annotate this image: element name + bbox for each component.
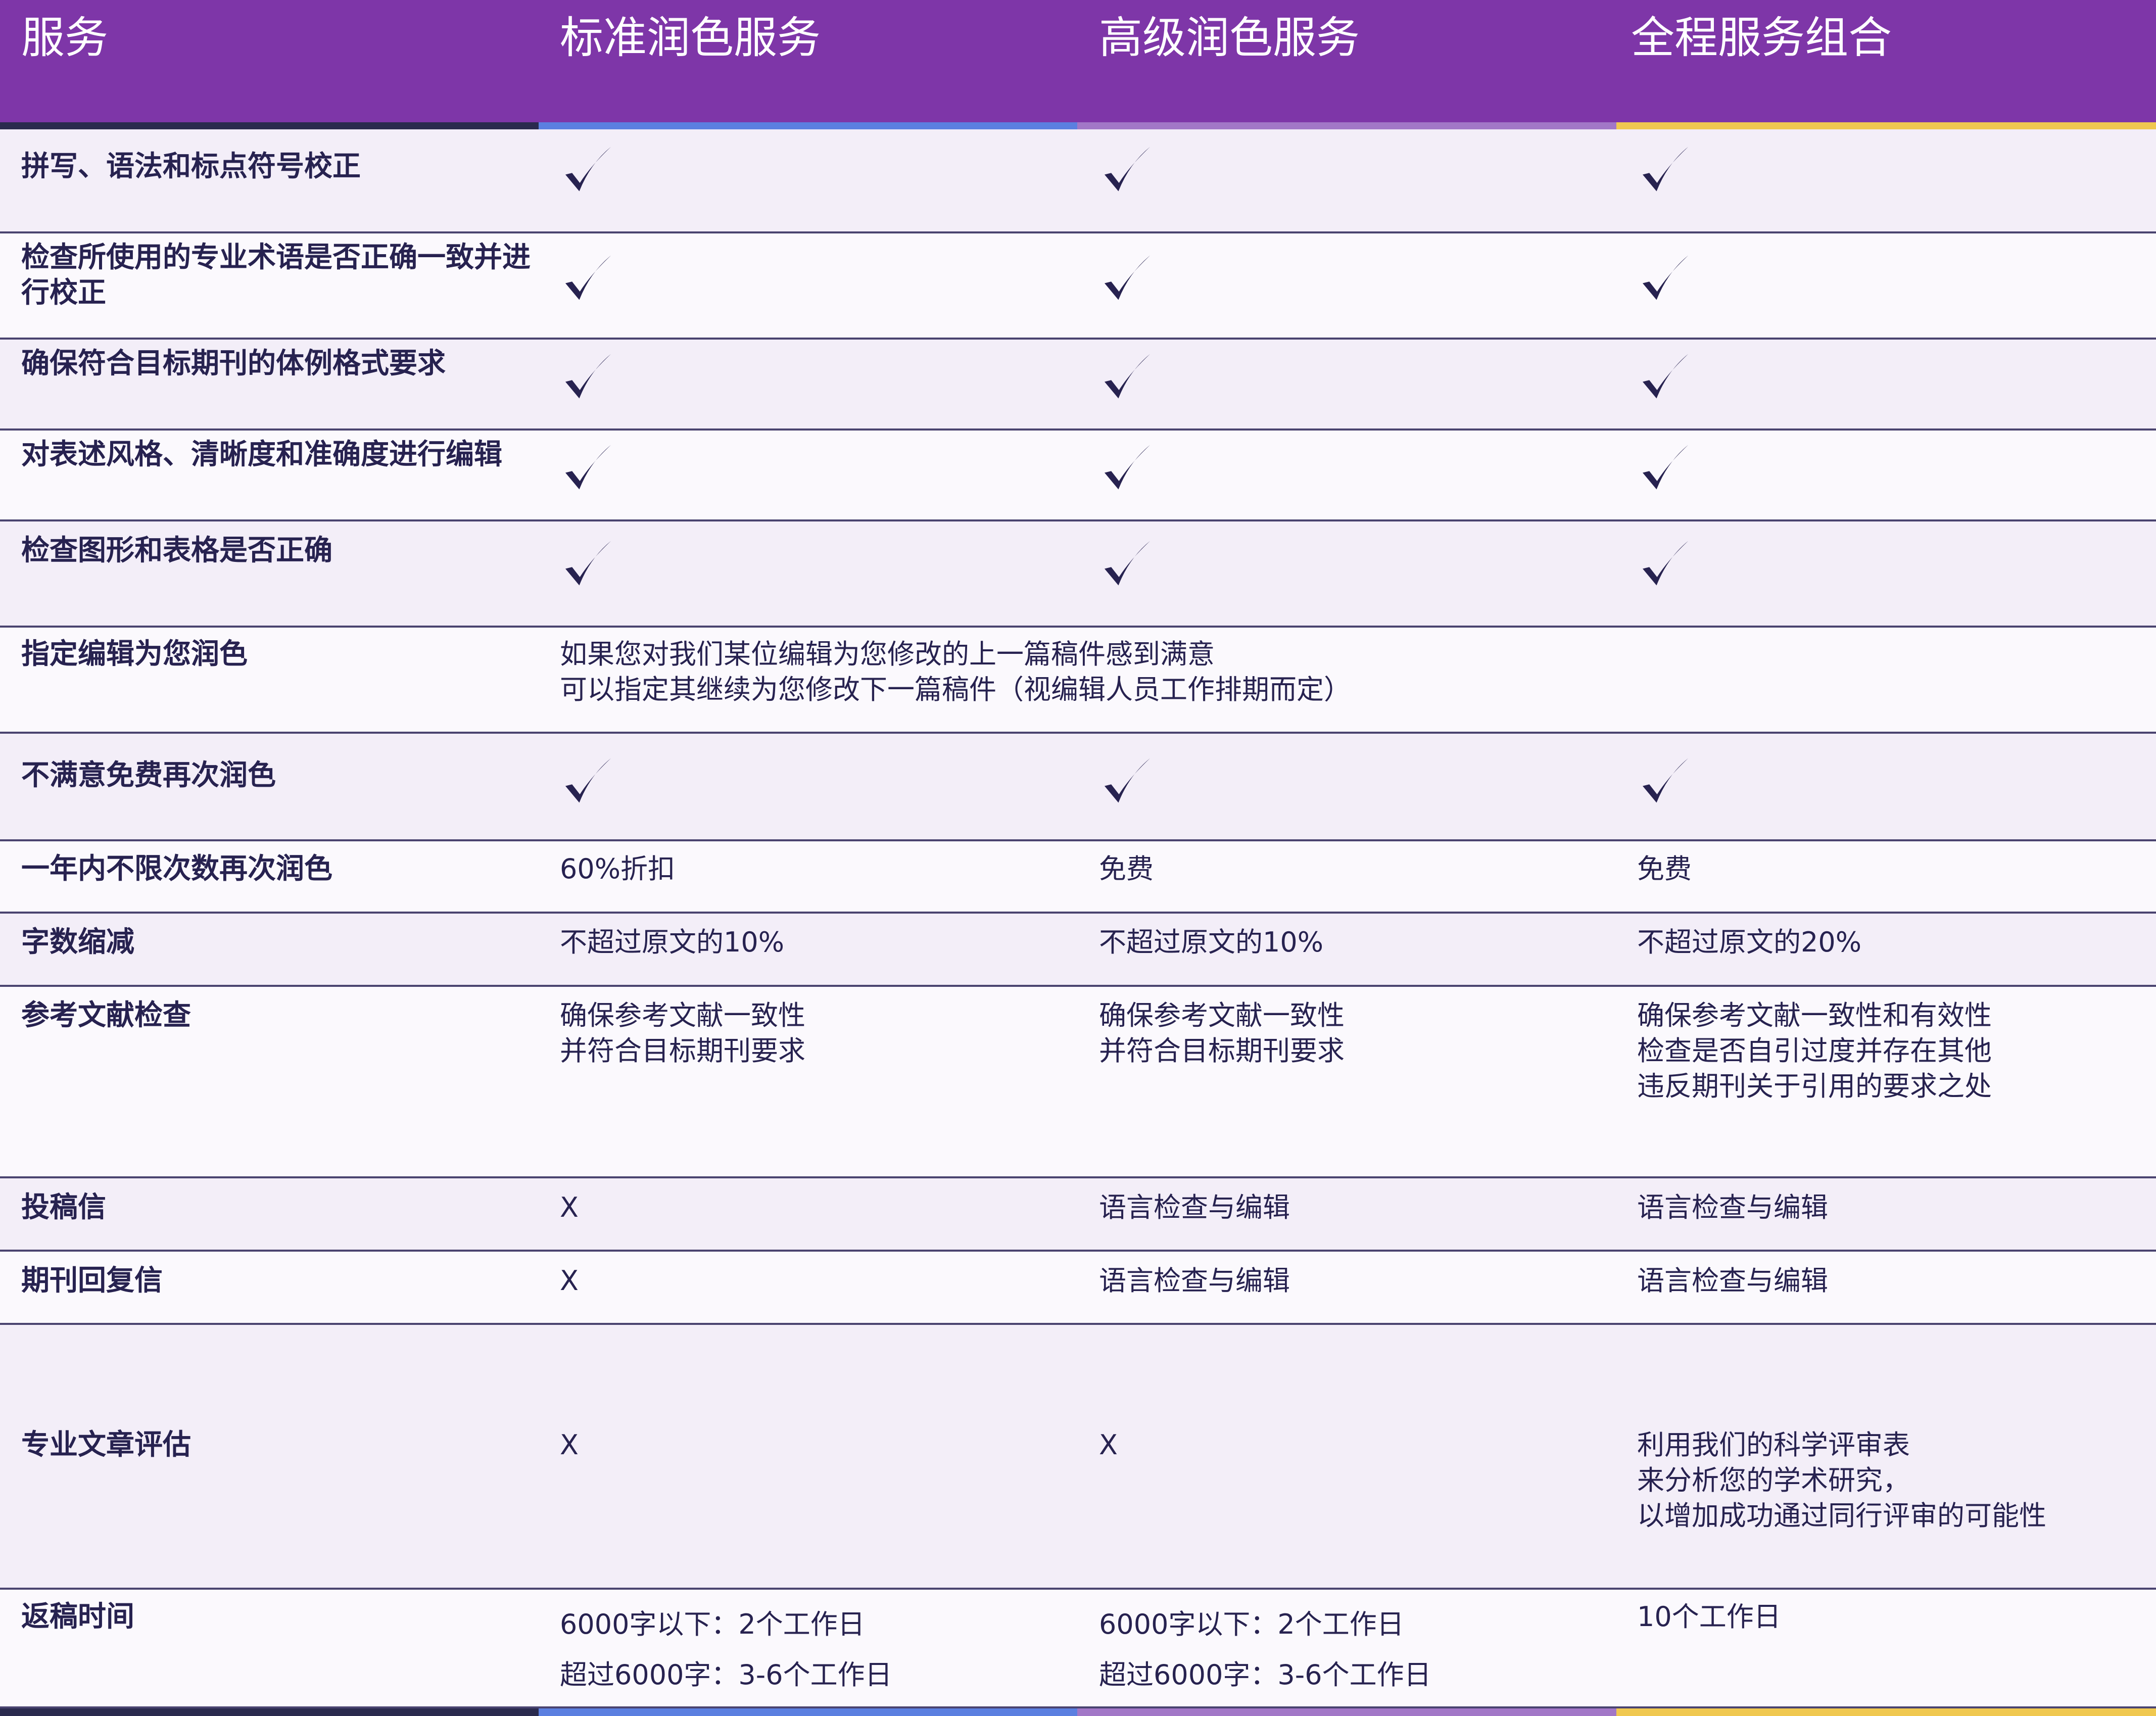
header-standard: 标准润色服务 [560, 13, 821, 63]
value-line: 如果您对我们某位编辑为您修改的上一篇稿件感到满意 [560, 638, 1215, 670]
value-line: 以增加成功通过同行评审的可能性 [1637, 1500, 2046, 1532]
table-row: 参考文献检查 确保参考文献一致性 并符合目标期刊要求 确保参考文献一致性 并符合目标期刊… [0, 987, 2156, 1178]
table-row: 检查图形和表格是否正确 [0, 521, 2156, 628]
table-row: 返稿时间 6000字以下：2个工作日 超过6000字：3-6个工作日 6000字以下：… [0, 1590, 2156, 1708]
value-line: 利用我们的科学评审表 [1637, 1429, 1910, 1461]
cell-value: 不超过原文的10% [1099, 926, 1324, 958]
feature-label: 专业文章评估 [21, 1428, 191, 1461]
cell-value: X [560, 1191, 579, 1223]
header-accent-bar-col2 [1077, 122, 1616, 129]
checkmark-icon [1099, 351, 1155, 407]
checkmark-icon [1099, 538, 1155, 594]
feature-label: 字数缩减 [21, 926, 134, 959]
checkmark-icon [1637, 755, 1693, 811]
cell-value: 6000字以下：2个工作日 超过6000字：3-6个工作日 [1099, 1599, 1431, 1700]
comparison-table: 服务 标准润色服务 高级润色服务 全程服务组合 拼写、语法和标点符号校正检查所使… [0, 0, 2156, 1716]
feature-label: 参考文献检查 [21, 999, 191, 1032]
cell-value: 确保参考文献一致性 并符合目标期刊要求 [560, 998, 805, 1069]
table-row: 指定编辑为您润色 如果您对我们某位编辑为您修改的上一篇稿件感到满意可以指定其继续为… [0, 628, 2156, 734]
checkmark-icon [560, 144, 615, 200]
checkmark-icon [1637, 253, 1693, 308]
feature-label: 不满意免费再次润色 [21, 759, 276, 792]
cell-value: 利用我们的科学评审表 来分析您的学术研究， 以增加成功通过同行评审的可能性 [1637, 1427, 2046, 1534]
table-row: 期刊回复信 X 语言检查与编辑 语言检查与编辑 [0, 1252, 2156, 1325]
checkmark-icon [1637, 351, 1693, 407]
checkmark-icon [1099, 755, 1155, 811]
value-line: 检查是否自引过度并存在其他 [1637, 1035, 1992, 1067]
table-row: 检查所使用的专业术语是否正确一致并进行校正 [0, 233, 2156, 340]
table-header: 服务 标准润色服务 高级润色服务 全程服务组合 [0, 0, 2156, 122]
cell-value: 确保参考文献一致性和有效性 检查是否自引过度并存在其他 违反期刊关于引用的要求之处 [1637, 998, 1992, 1104]
cell-value: 6000字以下：2个工作日 超过6000字：3-6个工作日 [560, 1599, 892, 1700]
table-row: 专业文章评估 X X 利用我们的科学评审表 来分析您的学术研究， 以增加成功通过同行评审的… [0, 1325, 2156, 1590]
feature-label: 检查所使用的专业术语是否正确一致并进行校正 [21, 241, 531, 309]
table-row: 不满意免费再次润色 [0, 734, 2156, 841]
header-services: 服务 [21, 13, 108, 63]
value-line: 违反期刊关于引用的要求之处 [1637, 1070, 1992, 1102]
footer-accent-bar-col3 [1616, 1708, 2156, 1716]
footer-accent-bar-col2 [1077, 1708, 1616, 1716]
value-line: 并符合目标期刊要求 [1099, 1035, 1345, 1067]
footer-accent-bar-col1 [539, 1708, 1077, 1716]
header-accent-bar-col0 [0, 122, 539, 129]
feature-label: 期刊回复信 [21, 1264, 163, 1297]
value-line: 超过6000字：3-6个工作日 [560, 1659, 892, 1691]
value-line: 6000字以下：2个工作日 [560, 1608, 865, 1640]
value-line: 并符合目标期刊要求 [560, 1035, 805, 1067]
feature-label: 检查图形和表格是否正确 [21, 534, 332, 567]
cell-value: 60%折扣 [560, 853, 676, 885]
cell-value: 语言检查与编辑 [1099, 1265, 1290, 1297]
header-advanced: 高级润色服务 [1099, 13, 1360, 63]
feature-label: 投稿信 [21, 1191, 106, 1224]
checkmark-icon [1637, 144, 1693, 200]
cell-value: X [1099, 1429, 1118, 1461]
feature-label: 一年内不限次数再次润色 [21, 852, 332, 885]
checkmark-icon [560, 351, 615, 407]
value-line: 确保参考文献一致性 [560, 999, 805, 1031]
checkmark-icon [560, 538, 615, 594]
checkmark-icon [1099, 442, 1155, 498]
spanning-value: 如果您对我们某位编辑为您修改的上一篇稿件感到满意可以指定其继续为您修改下一篇稿件… [560, 637, 1351, 707]
checkmark-icon [1099, 144, 1155, 200]
value-line: 超过6000字：3-6个工作日 [1099, 1659, 1431, 1691]
cell-value: X [560, 1429, 579, 1461]
cell-value: 语言检查与编辑 [1637, 1191, 1828, 1223]
checkmark-icon [560, 755, 615, 811]
header-accent-bar-col3 [1616, 122, 2156, 129]
table-row: 一年内不限次数再次润色 60%折扣 免费 免费 [0, 841, 2156, 914]
value-line: 6000字以下：2个工作日 [1099, 1608, 1404, 1640]
table-row: 拼写、语法和标点符号校正 [0, 129, 2156, 233]
feature-label: 确保符合目标期刊的体例格式要求 [21, 347, 446, 380]
cell-value: 免费 [1637, 853, 1692, 885]
checkmark-icon [1637, 442, 1693, 498]
footer-accent-bar-col0 [0, 1708, 539, 1716]
feature-label: 返稿时间 [21, 1600, 134, 1633]
header-accent-bar-col1 [539, 122, 1077, 129]
value-line: 确保参考文献一致性 [1099, 999, 1345, 1031]
cell-value: 语言检查与编辑 [1637, 1265, 1828, 1297]
checkmark-icon [1099, 253, 1155, 308]
cell-value: 语言检查与编辑 [1099, 1191, 1290, 1223]
cell-value: X [560, 1265, 579, 1297]
value-line: 来分析您的学术研究， [1637, 1464, 1910, 1496]
cell-value: 确保参考文献一致性 并符合目标期刊要求 [1099, 998, 1345, 1069]
table-row: 投稿信 X 语言检查与编辑 语言检查与编辑 [0, 1178, 2156, 1252]
table-row: 对表述风格、清晰度和准确度进行编辑 [0, 431, 2156, 521]
cell-value: 不超过原文的10% [560, 926, 785, 958]
table-row: 字数缩减 不超过原文的10% 不超过原文的10% 不超过原文的20% [0, 914, 2156, 987]
table-row: 确保符合目标期刊的体例格式要求 [0, 340, 2156, 431]
cell-value: 不超过原文的20% [1637, 926, 1862, 958]
checkmark-icon [1637, 538, 1693, 594]
cell-value: 10个工作日 [1637, 1601, 1781, 1633]
cell-value: 免费 [1099, 853, 1154, 885]
checkmark-icon [560, 253, 615, 308]
feature-label: 指定编辑为您润色 [21, 638, 248, 671]
checkmark-icon [560, 442, 615, 498]
value-line: 可以指定其继续为您修改下一篇稿件（视编辑人员工作排期而定） [560, 674, 1351, 705]
header-full: 全程服务组合 [1631, 13, 1892, 63]
feature-label: 对表述风格、清晰度和准确度进行编辑 [21, 438, 502, 471]
feature-label: 拼写、语法和标点符号校正 [21, 150, 361, 183]
value-line: 确保参考文献一致性和有效性 [1637, 999, 1992, 1031]
